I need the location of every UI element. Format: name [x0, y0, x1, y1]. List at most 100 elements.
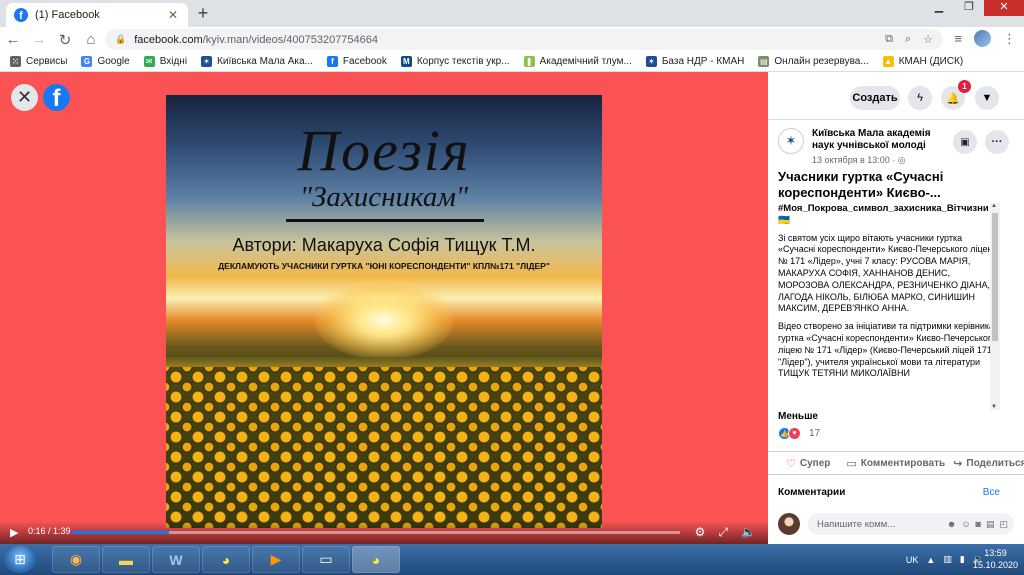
poem-reciters-note: ДЕКЛАМУЮТЬ УЧАСНИКИ ГУРТКА "ЮНІ КОРЕСПОН…	[218, 261, 550, 271]
comment-input[interactable]: Напишите комм... ☻ ☺ ◙ ▤ ◰	[808, 513, 1014, 535]
post-date-text: 13 октября в 13:00 ·	[812, 155, 898, 165]
video-viewer[interactable]: ✕ f Поезія "Захисникам" Автори: Макаруха…	[0, 72, 768, 544]
url-path: /kyiv.man/videos/400753207754664	[202, 33, 379, 46]
close-viewer-button[interactable]: ✕	[11, 84, 38, 111]
new-tab-button[interactable]: +	[193, 4, 213, 24]
home-icon[interactable]: ⌂	[78, 31, 104, 48]
bookmark-label: Онлайн резервува...	[774, 56, 869, 67]
comment-composer: Напишите комм... ☻ ☺ ◙ ▤ ◰	[778, 512, 1014, 536]
taskbar-app-explorer[interactable]: ▬	[102, 546, 150, 573]
windows-logo-icon: ⊞	[14, 551, 26, 567]
messenger-button[interactable]: ϟ	[908, 86, 932, 110]
avatar-sticker-icon[interactable]: ☻	[947, 519, 956, 529]
bookmark-item[interactable]: ▲ КМАН (ДИСК)	[882, 56, 963, 67]
minimize-icon[interactable]: ▁	[924, 0, 954, 16]
taskbar-app-media[interactable]: ▶	[252, 546, 300, 573]
video-progress-bar[interactable]	[72, 531, 680, 534]
scrollbar-thumb[interactable]	[992, 213, 998, 341]
language-indicator[interactable]: UK	[906, 555, 919, 565]
forward-icon[interactable]: →	[26, 31, 52, 48]
page-name-link[interactable]: Київська Мала академія наук учнівської м…	[812, 128, 947, 152]
signal-icon[interactable]: ▮	[960, 554, 965, 565]
word-icon: W	[169, 551, 183, 568]
bookmark-item[interactable]: ▤ Онлайн резервува...	[758, 56, 869, 67]
taskbar-app-chrome[interactable]: ◕	[202, 546, 250, 573]
comments-filter-link[interactable]: Все	[983, 487, 1000, 498]
start-button[interactable]: ⊞	[4, 546, 36, 573]
bookmark-label: Корпус текстів укр...	[416, 56, 510, 67]
video-frame[interactable]: Поезія "Захисникам" Автори: Макаруха Соф…	[166, 95, 602, 528]
love-label: Супер	[799, 457, 831, 469]
bookmark-label: Академічний тлум...	[539, 56, 632, 67]
sticker-icon[interactable]: ◰	[999, 519, 1008, 530]
back-icon[interactable]: ←	[0, 31, 26, 48]
page-avatar[interactable]: ✶	[778, 128, 804, 154]
bookmark-item[interactable]: M Корпус текстів укр...	[400, 56, 510, 67]
settings-gear-icon[interactable]: ⚙	[695, 525, 706, 540]
windows-taskbar: ⊞ ◉ ▬ W ◕ ▶ ▭ ◕ UK ▲ ▥ ▮ 🔉 13:59 15.10.2…	[0, 544, 1024, 575]
inbox-icon: ✉	[143, 56, 155, 67]
bookmark-item[interactable]: ✶ Київська Мала Ака...	[201, 56, 313, 67]
bookmark-icon: ▣	[960, 136, 970, 148]
bookmark-label: Google	[97, 56, 130, 67]
tray-expand-icon[interactable]: ▲	[926, 555, 935, 565]
account-menu-button[interactable]: ▼	[975, 86, 999, 110]
tab-facebook[interactable]: f (1) Facebook ✕	[6, 3, 188, 27]
comment-button[interactable]: ▭ Комментировать	[846, 457, 945, 470]
taskbar-app-chrome-active[interactable]: ◕	[352, 546, 400, 573]
create-button[interactable]: Создать	[850, 86, 900, 110]
bookmark-item[interactable]: ❚ Академічний тлум...	[523, 56, 632, 67]
bookmark-item[interactable]: G Google	[81, 56, 130, 67]
network-icon[interactable]: ▥	[943, 554, 952, 565]
taskbar-app-eye[interactable]: ◉	[52, 546, 100, 573]
reactions-summary[interactable]: 👍 ♥ 17	[778, 427, 820, 440]
scroll-down-icon[interactable]: ▼	[991, 404, 997, 410]
profile-avatar-icon[interactable]	[974, 30, 991, 47]
camera-icon[interactable]: ◙	[976, 519, 981, 529]
emoji-icon[interactable]: ☺	[961, 519, 970, 529]
volume-icon[interactable]: 🔈	[741, 525, 756, 540]
bookmark-item[interactable]: f Facebook	[326, 56, 387, 67]
clock-date: 15.10.2020	[973, 560, 1019, 570]
gif-icon[interactable]: ▤	[986, 519, 995, 530]
restore-icon[interactable]: ❐	[954, 0, 984, 16]
love-button[interactable]: ♡ Супер	[786, 457, 830, 470]
bookmark-item[interactable]: ⁙ Сервисы	[10, 56, 67, 67]
see-less-link[interactable]: Меньше	[778, 411, 818, 422]
fullscreen-icon[interactable]: ⤢	[718, 525, 728, 540]
share-button[interactable]: ↪ Поделиться	[953, 457, 1024, 470]
tab-close-icon[interactable]: ✕	[166, 8, 180, 22]
more-options-icon: ···	[991, 136, 1003, 148]
love-reaction-icon: ♥	[788, 427, 801, 440]
reload-icon[interactable]: ↻	[52, 31, 78, 49]
play-icon[interactable]: ▶	[10, 526, 18, 539]
system-clock[interactable]: 13:59 15.10.2020	[973, 547, 1018, 571]
bookmark-star-icon[interactable]: ☆	[923, 33, 933, 46]
address-bar[interactable]: 🔒 facebook.com/kyiv.man/videos/400753207…	[105, 29, 943, 50]
post-date[interactable]: 13 октября в 13:00 · ◎	[812, 155, 906, 166]
reading-list-icon[interactable]: ≡	[954, 31, 962, 46]
globe-icon: ◎	[897, 155, 906, 165]
kman-icon: ✶	[645, 56, 657, 67]
address-url[interactable]: facebook.com/kyiv.man/videos/40075320775…	[134, 34, 885, 46]
facebook-logo-icon[interactable]: f	[43, 84, 70, 111]
taskbar-app-word[interactable]: W	[152, 546, 200, 573]
kman-icon: ✶	[201, 56, 213, 67]
translate-icon[interactable]: ⧉	[885, 33, 893, 46]
save-post-button[interactable]: ▣	[953, 130, 977, 154]
post-more-button[interactable]: ···	[985, 130, 1009, 154]
sunflower-field	[166, 367, 602, 528]
lock-icon[interactable]: 🔒	[115, 34, 126, 45]
window-close-icon[interactable]: ✕	[984, 0, 1024, 16]
title-underline	[286, 219, 484, 222]
corpus-icon: M	[400, 56, 412, 67]
taskbar-app-screen[interactable]: ▭	[302, 546, 350, 573]
user-avatar[interactable]	[778, 513, 800, 535]
bookmark-item[interactable]: ✉ Вхідні	[143, 56, 187, 67]
post-hashtag[interactable]: #Моя_Покрова_символ_захисника_Вітчизни 🇺…	[778, 203, 996, 227]
scroll-up-icon[interactable]: ▲	[991, 203, 997, 209]
browser-menu-icon[interactable]: ⋮	[1003, 31, 1016, 47]
zoom-icon[interactable]: ⌕	[905, 33, 911, 46]
post-scrollbar[interactable]: ▲ ▼	[990, 203, 1000, 410]
bookmark-item[interactable]: ✶ База НДР - КМАН	[645, 56, 744, 67]
